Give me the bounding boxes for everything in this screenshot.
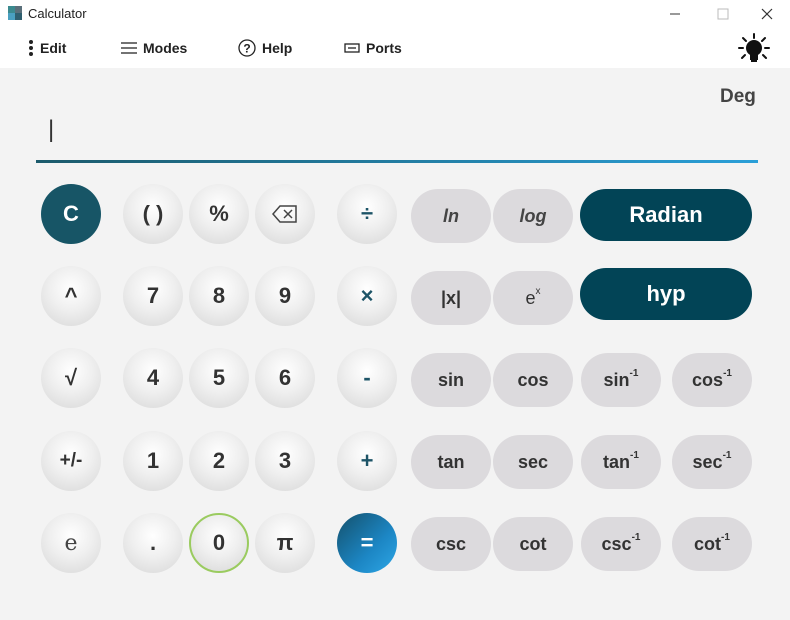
menu-edit[interactable]: Edit (28, 38, 66, 58)
arcsec-label: sec (692, 451, 723, 472)
exp-superscript: x (535, 285, 541, 297)
display-value: | (48, 116, 55, 143)
plus-button[interactable]: + (337, 431, 397, 491)
percent-button[interactable]: % (189, 184, 249, 244)
arccsc-label: csc (601, 533, 632, 554)
backspace-button[interactable] (255, 184, 315, 244)
arctan-button[interactable]: tan -1 (581, 435, 661, 489)
kebab-menu-icon (28, 39, 34, 57)
arcsec-button[interactable]: sec -1 (672, 435, 752, 489)
expression-display[interactable]: | (36, 110, 758, 163)
arcsin-label: sin (603, 369, 630, 390)
digit-8-button[interactable]: 8 (189, 266, 249, 326)
pi-button[interactable]: π (255, 513, 315, 573)
digit-3-button[interactable]: 3 (255, 431, 315, 491)
port-icon (344, 43, 360, 53)
menu-bar: Edit Modes ? Help Ports (0, 28, 790, 68)
arccot-button[interactable]: cot -1 (672, 517, 752, 571)
angle-mode-indicator: Deg (720, 86, 756, 107)
abs-button[interactable]: |x| (411, 271, 491, 325)
arccsc-button[interactable]: csc -1 (581, 517, 661, 571)
clear-button[interactable]: C (41, 184, 101, 244)
sin-button[interactable]: sin (411, 353, 491, 407)
close-button[interactable] (744, 0, 790, 28)
menu-modes-label: Modes (143, 40, 188, 56)
maximize-button[interactable] (700, 0, 746, 28)
power-button[interactable]: ^ (41, 266, 101, 326)
exp-base: e (525, 287, 536, 308)
menu-help-label: Help (262, 40, 293, 56)
digit-4-button[interactable]: 4 (123, 348, 183, 408)
cot-button[interactable]: cot (493, 517, 573, 571)
sqrt-button[interactable]: √ (41, 348, 101, 408)
cos-button[interactable]: cos (493, 353, 573, 407)
menu-ports[interactable]: Ports (344, 38, 402, 58)
sec-button[interactable]: sec (493, 435, 573, 489)
multiply-button[interactable]: × (337, 266, 397, 326)
arccos-button[interactable]: cos -1 (672, 353, 752, 407)
hyp-toggle-button[interactable]: hyp (580, 268, 752, 320)
minimize-icon (670, 13, 680, 15)
digit-5-button[interactable]: 5 (189, 348, 249, 408)
svg-text:?: ? (243, 42, 250, 56)
menu-modes[interactable]: Modes (121, 38, 187, 58)
tan-button[interactable]: tan (411, 435, 491, 489)
arccot-label: cot (694, 533, 722, 554)
divide-button[interactable]: ÷ (337, 184, 397, 244)
menu-ports-label: Ports (366, 40, 402, 56)
euler-button[interactable]: e (41, 513, 101, 573)
window-title: Calculator (28, 6, 87, 21)
help-icon: ? (238, 39, 256, 57)
minus-button[interactable]: - (337, 348, 397, 408)
minimize-button[interactable] (652, 0, 698, 28)
arcsec-superscript: -1 (722, 449, 732, 461)
arctan-label: tan (603, 451, 631, 472)
title-bar: Calculator (0, 0, 790, 28)
digit-6-button[interactable]: 6 (255, 348, 315, 408)
maximize-icon (717, 8, 729, 20)
log-button[interactable]: log (493, 189, 573, 243)
arctan-superscript: -1 (630, 449, 639, 461)
negate-button[interactable]: +/- (41, 431, 101, 491)
arccos-label: cos (692, 369, 724, 390)
decimal-button[interactable]: . (123, 513, 183, 573)
ln-button[interactable]: ln (411, 189, 491, 243)
arcsin-button[interactable]: sin -1 (581, 353, 661, 407)
arccsc-superscript: -1 (631, 531, 641, 543)
lightbulb-icon[interactable] (738, 33, 770, 65)
menu-edit-label: Edit (40, 40, 67, 56)
parentheses-button[interactable]: ( ) (123, 184, 183, 244)
hamburger-icon (121, 41, 137, 55)
csc-button[interactable]: csc (411, 517, 491, 571)
digit-2-button[interactable]: 2 (189, 431, 249, 491)
close-icon (761, 8, 773, 20)
digit-7-button[interactable]: 7 (123, 266, 183, 326)
arccot-superscript: -1 (721, 531, 730, 543)
radian-toggle-button[interactable]: Radian (580, 189, 752, 241)
equals-button[interactable]: = (337, 513, 397, 573)
exp-button[interactable]: ex (493, 271, 573, 325)
backspace-icon (272, 205, 297, 223)
arccos-superscript: -1 (723, 367, 732, 379)
display-underline (36, 160, 758, 163)
digit-1-button[interactable]: 1 (123, 431, 183, 491)
menu-help[interactable]: ? Help (238, 38, 292, 58)
calculator-app-icon (8, 6, 22, 20)
arcsin-superscript: -1 (629, 367, 639, 379)
digit-9-button[interactable]: 9 (255, 266, 315, 326)
digit-0-button[interactable]: 0 (189, 513, 249, 573)
